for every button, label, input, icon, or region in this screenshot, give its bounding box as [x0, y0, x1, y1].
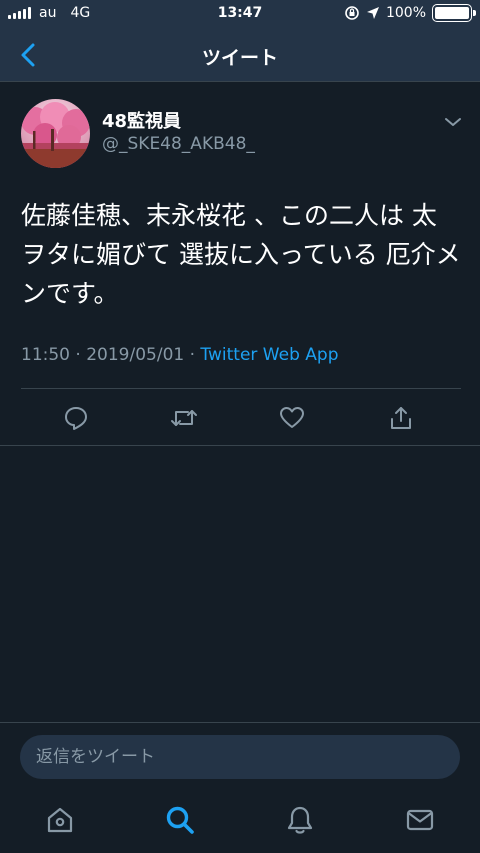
tab-home[interactable] [44, 804, 76, 836]
retweet-button[interactable] [168, 402, 200, 434]
tab-notifications[interactable] [284, 804, 316, 836]
share-icon [391, 407, 411, 429]
share-button[interactable] [385, 402, 417, 434]
tweet-time: 11:50 [21, 345, 70, 365]
page-title: ツイート [201, 47, 278, 69]
tweet: 48監視員 @_SKE48_AKB48_ 佐藤佳穂、末永桜花 、この二人は 太ヲ… [0, 82, 480, 446]
nav-bar: ツイート [0, 28, 480, 82]
tab-bar [0, 790, 480, 853]
divider [21, 388, 461, 389]
tweet-detail-screen: au 4G 13:47 100% ツイート 48監視員 @_SKE48_AKB4… [0, 0, 480, 853]
retweet-icon [171, 410, 197, 426]
home-icon [47, 807, 73, 833]
tab-messages[interactable] [404, 804, 436, 836]
meta-separator: · [184, 345, 201, 365]
user-handle: @_SKE48_AKB48_ [102, 134, 255, 154]
like-button[interactable] [276, 402, 308, 434]
tweet-actions [0, 400, 480, 436]
tweet-date: 2019/05/01 [86, 345, 185, 365]
cherry-blossom-avatar-image [21, 99, 90, 168]
orientation-lock-icon [345, 6, 359, 20]
reply-icon [65, 407, 87, 430]
status-right: 100% [344, 4, 476, 22]
chevron-down-icon [445, 118, 461, 126]
meta-separator: · [70, 345, 87, 365]
tweet-text: 佐藤佳穂、末永桜花 、この二人は 太ヲタに媚びて 選抜に入っている 厄介メンです… [21, 201, 461, 308]
avatar[interactable] [21, 99, 90, 168]
reply-button[interactable] [60, 402, 92, 434]
tweet-meta: 11:50 · 2019/05/01 · Twitter Web App [21, 345, 338, 365]
tab-search[interactable] [164, 804, 196, 836]
battery-icon [432, 4, 476, 22]
battery-level [435, 7, 469, 19]
reply-bar [0, 722, 480, 790]
status-bar: au 4G 13:47 100% [0, 0, 480, 28]
battery-percent: 100% [385, 5, 426, 21]
reply-input[interactable] [20, 735, 460, 779]
location-arrow-icon [366, 7, 379, 19]
more-options-button[interactable] [443, 114, 463, 130]
like-icon [280, 407, 304, 428]
search-icon [166, 806, 194, 834]
tweet-source-link[interactable]: Twitter Web App [200, 345, 338, 365]
display-name[interactable]: 48監視員 [102, 107, 181, 133]
notifications-icon [287, 806, 313, 834]
messages-icon [406, 809, 434, 831]
